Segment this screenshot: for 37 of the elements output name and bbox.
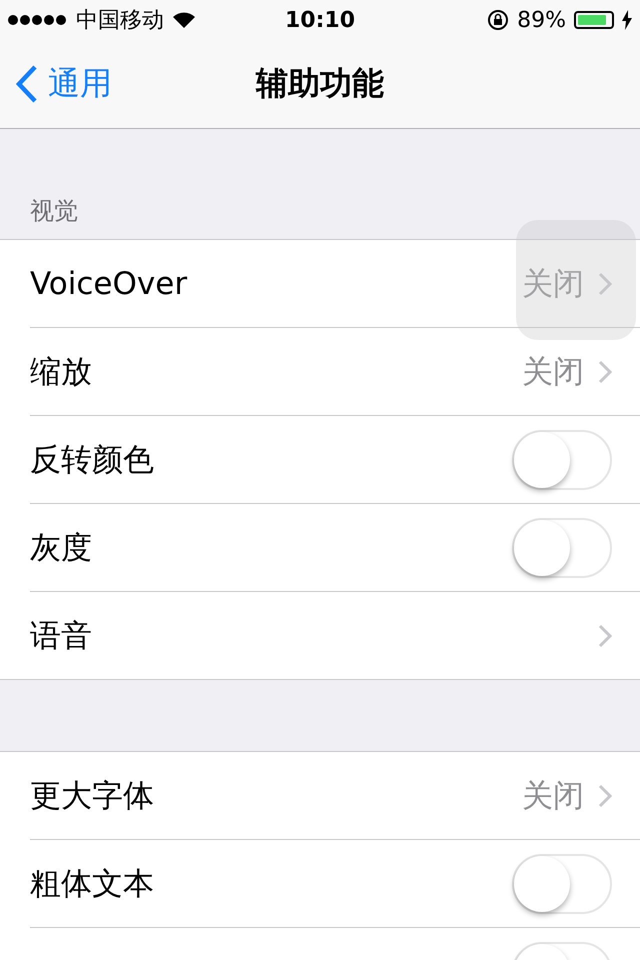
settings-row[interactable]: VoiceOver 关闭 (30, 240, 640, 328)
back-button[interactable]: 通用 (0, 62, 128, 106)
settings-row[interactable]: 语音 (30, 592, 640, 679)
settings-row[interactable]: 粗体文本 (30, 840, 640, 928)
row-label: VoiceOver (30, 266, 188, 302)
row-label: 灰度 (30, 528, 93, 568)
chevron-icon (598, 624, 612, 648)
row-label: 更大字体 (30, 776, 155, 816)
settings-row[interactable]: 灰度 (30, 504, 640, 592)
chevron-icon (598, 272, 612, 296)
row-value: 关闭 (522, 352, 584, 392)
chevron-icon (598, 784, 612, 808)
wifi-icon (172, 11, 196, 29)
page-title: 辅助功能 (256, 63, 384, 104)
charging-icon (622, 10, 632, 30)
row-value: 关闭 (522, 264, 584, 304)
signal-icon (8, 15, 68, 25)
status-time: 10:10 (284, 8, 356, 32)
battery-icon (574, 11, 614, 29)
settings-row[interactable]: 反转颜色 (30, 416, 640, 504)
rotation-lock-icon (487, 9, 510, 31)
battery-percent: 89% (517, 8, 566, 32)
section-header: 视觉 (29, 196, 79, 227)
carrier-name: 中国移动 (76, 7, 164, 35)
row-value: 关闭 (522, 776, 584, 816)
row-label: 语音 (30, 616, 93, 656)
chevron-icon (598, 360, 612, 384)
row-label: 缩放 (30, 352, 93, 392)
toggle-switch[interactable] (512, 430, 612, 490)
row-label: 粗体文本 (30, 864, 155, 904)
toggle-switch[interactable] (512, 854, 612, 914)
settings-row[interactable]: 缩放 关闭 (30, 328, 640, 416)
assistive-touch-button[interactable] (516, 220, 636, 340)
settings-row[interactable]: 更大字体 关闭 (30, 752, 640, 840)
row-label: 反转颜色 (30, 440, 155, 480)
back-chevron-icon (16, 65, 38, 103)
toggle-switch[interactable] (512, 518, 612, 578)
